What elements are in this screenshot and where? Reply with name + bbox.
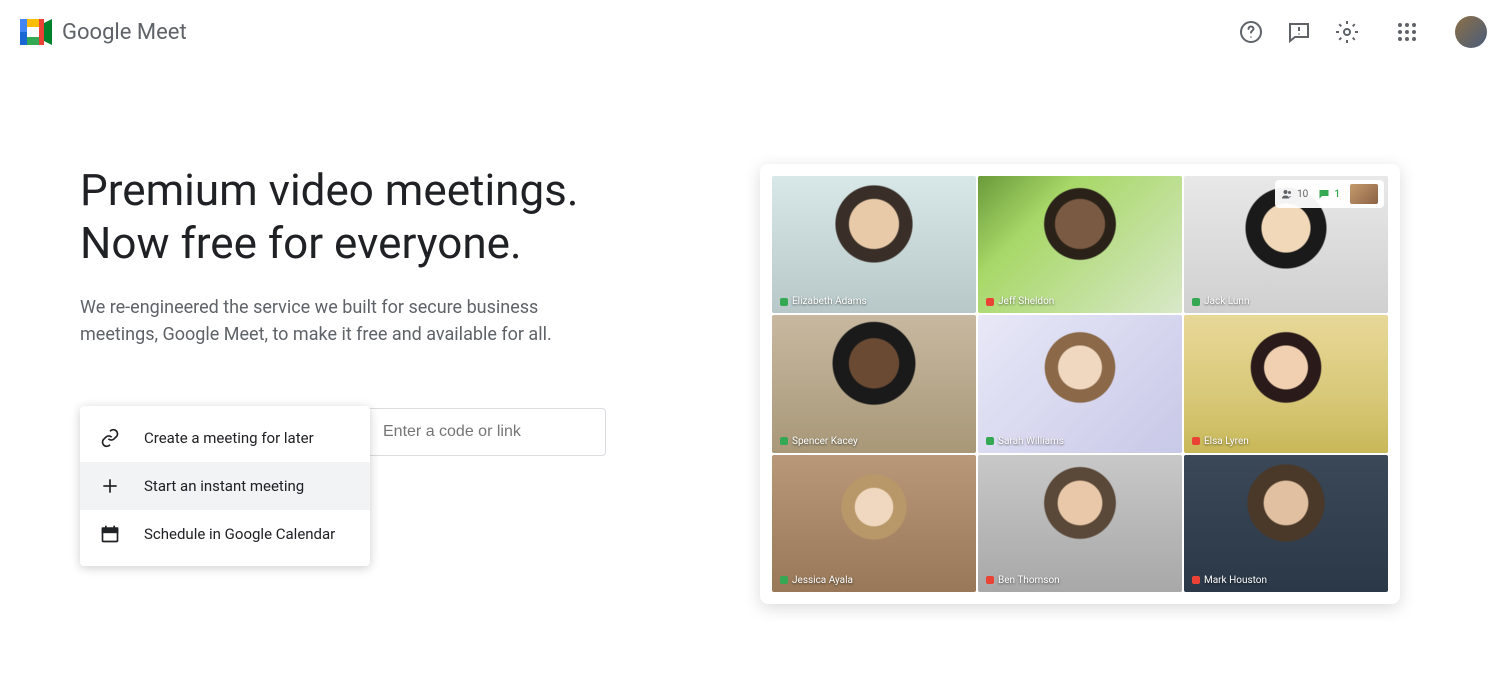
hero-headline: Premium video meetings. Now free for eve… xyxy=(80,164,680,270)
people-icon xyxy=(1281,188,1293,200)
participant-tile: Elizabeth Adams xyxy=(772,176,976,313)
main-content: Premium video meetings. Now free for eve… xyxy=(0,64,1507,604)
brand-google: Google xyxy=(62,20,131,45)
feedback-icon[interactable] xyxy=(1287,20,1311,44)
apps-grid-icon[interactable] xyxy=(1395,20,1419,44)
header-actions xyxy=(1239,16,1487,48)
dropdown-item-label: Schedule in Google Calendar xyxy=(144,525,335,543)
chat-icon xyxy=(1318,188,1330,200)
participant-tile: Sarah Williams xyxy=(978,315,1182,452)
self-thumb xyxy=(1350,184,1378,204)
status-dot xyxy=(1192,576,1200,584)
header: Google Meet xyxy=(0,0,1507,64)
preview-controls: 10 1 xyxy=(1275,180,1384,208)
status-dot xyxy=(1192,437,1200,445)
participant-name: Jeff Sheldon xyxy=(998,296,1054,307)
headline-line2: Now free for everyone. xyxy=(80,217,522,269)
meet-logo-icon xyxy=(20,19,52,45)
meeting-preview: 10 1 Elizabeth Adams Jeff Sheldon Jack L… xyxy=(760,164,1400,604)
code-input[interactable] xyxy=(366,408,606,456)
hero-subtext: We re-engineered the service we built fo… xyxy=(80,294,560,348)
help-icon[interactable] xyxy=(1239,20,1263,44)
status-dot xyxy=(780,437,788,445)
hero-left: Premium video meetings. Now free for eve… xyxy=(80,164,680,604)
chat-badge: 1 xyxy=(1334,189,1340,200)
settings-icon[interactable] xyxy=(1335,20,1359,44)
participant-name: Jack Lunn xyxy=(1204,296,1249,307)
participant-name: Elizabeth Adams xyxy=(792,296,867,307)
brand: Google Meet xyxy=(20,19,187,45)
brand-meet: Meet xyxy=(137,20,187,45)
participant-tile: Mark Houston xyxy=(1184,455,1388,592)
dropdown-create-later[interactable]: Create a meeting for later xyxy=(80,414,370,462)
hero-right: 10 1 Elizabeth Adams Jeff Sheldon Jack L… xyxy=(760,164,1400,604)
participant-name: Elsa Lyren xyxy=(1204,436,1249,447)
dropdown-schedule-calendar[interactable]: Schedule in Google Calendar xyxy=(80,510,370,558)
dropdown-item-label: Start an instant meeting xyxy=(144,477,304,495)
new-meeting-dropdown: Create a meeting for later Start an inst… xyxy=(80,406,370,566)
participant-tile: Jessica Ayala xyxy=(772,455,976,592)
plus-icon xyxy=(100,476,120,496)
calendar-icon xyxy=(100,524,120,544)
status-dot xyxy=(780,576,788,584)
participant-tile: Elsa Lyren xyxy=(1184,315,1388,452)
status-dot xyxy=(986,298,994,306)
dropdown-start-instant[interactable]: Start an instant meeting xyxy=(80,462,370,510)
headline-line1: Premium video meetings. xyxy=(80,164,578,216)
participant-name: Ben Thomson xyxy=(998,575,1060,586)
status-dot xyxy=(1192,298,1200,306)
participant-tile: Spencer Kacey xyxy=(772,315,976,452)
participant-tile: Ben Thomson xyxy=(978,455,1182,592)
status-dot xyxy=(986,437,994,445)
participant-tile: Jeff Sheldon xyxy=(978,176,1182,313)
brand-text: Google Meet xyxy=(62,20,187,45)
status-dot xyxy=(986,576,994,584)
participant-name: Spencer Kacey xyxy=(792,436,858,447)
participant-name: Jessica Ayala xyxy=(792,575,853,586)
participant-name: Mark Houston xyxy=(1204,575,1267,586)
link-icon xyxy=(100,428,120,448)
status-dot xyxy=(780,298,788,306)
dropdown-item-label: Create a meeting for later xyxy=(144,429,314,447)
participant-count: 10 xyxy=(1297,189,1308,200)
participant-name: Sarah Williams xyxy=(998,436,1064,447)
hero-actions: Create a meeting for later Start an inst… xyxy=(80,408,680,456)
account-avatar[interactable] xyxy=(1455,16,1487,48)
